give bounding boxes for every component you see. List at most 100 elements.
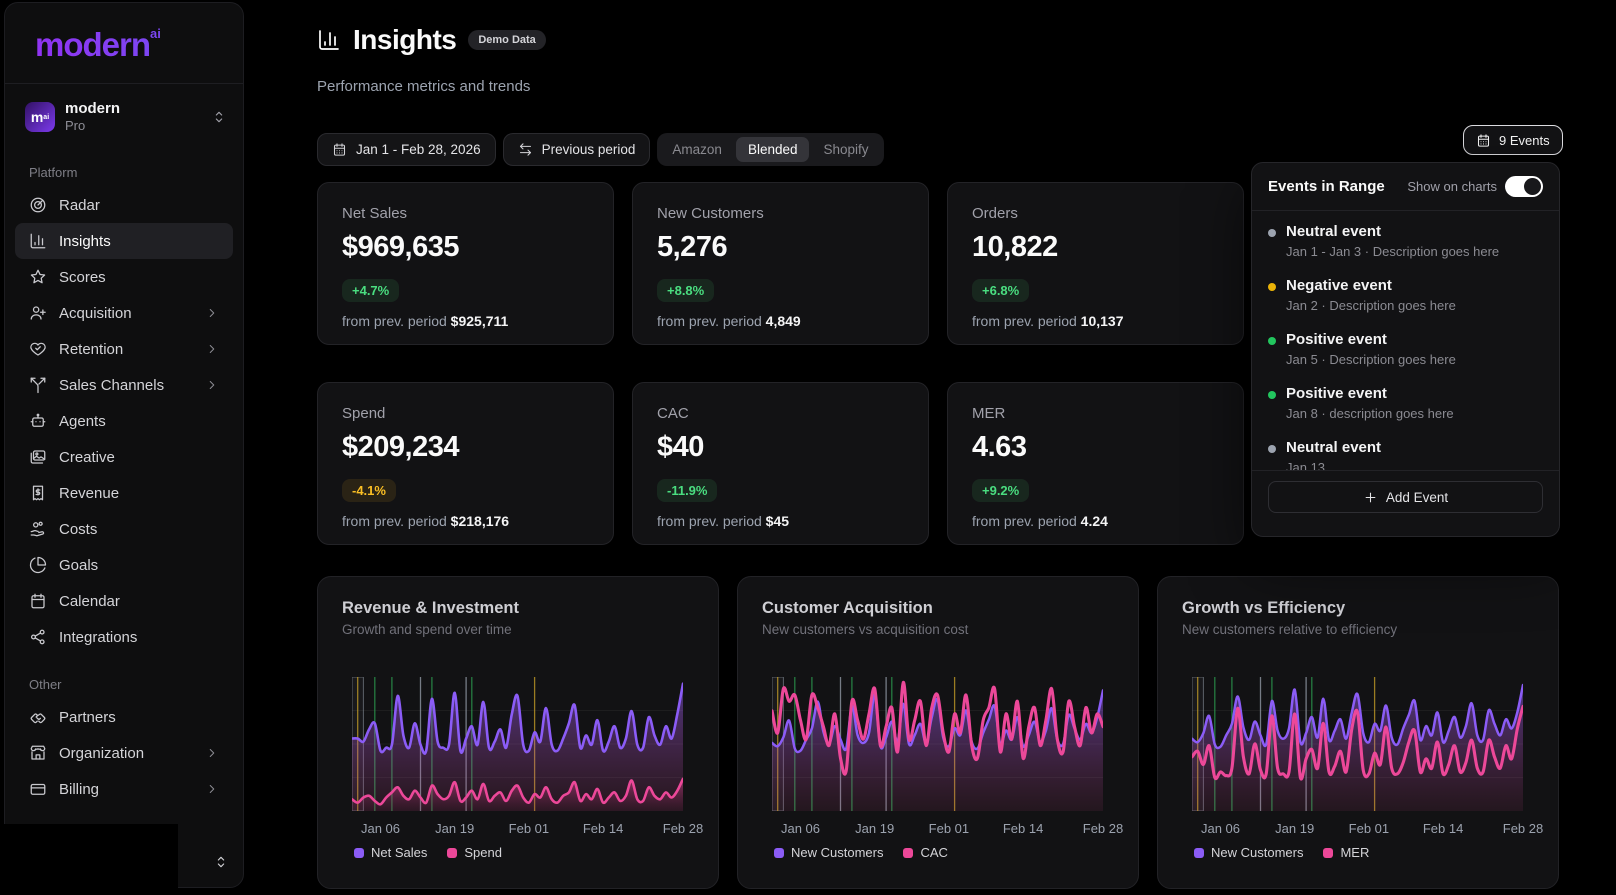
legend-item-mer: MER	[1323, 845, 1369, 860]
chart-card-customer-acquisition: Customer Acquisition New customers vs ac…	[737, 576, 1139, 889]
metric-card-spend: Spend $209,234 -4.1% from prev. period $…	[317, 382, 614, 545]
page-title: Insights	[353, 24, 456, 56]
sidebar-item-acquisition[interactable]: Acquisition	[15, 295, 233, 331]
nav-label: Revenue	[59, 485, 219, 502]
event-item-neutral[interactable]: Neutral eventJan 13	[1268, 439, 1543, 470]
sidebar-item-creative[interactable]: Creative	[15, 439, 233, 475]
show-on-charts-label: Show on charts	[1407, 179, 1497, 194]
chart-plot[interactable]	[772, 677, 1103, 811]
workspace-avatar: mai	[25, 102, 55, 132]
sidebar-item-goals[interactable]: Goals	[15, 547, 233, 583]
bot-icon	[29, 412, 47, 430]
sidebar-item-integrations[interactable]: Integrations	[15, 619, 233, 655]
receipt-icon	[29, 484, 47, 502]
chevron-right-icon	[205, 342, 219, 356]
x-tick-label: Feb 14	[583, 821, 623, 836]
sidebar-item-retention[interactable]: Retention	[15, 331, 233, 367]
chart-subtitle: New customers vs acquisition cost	[762, 622, 968, 637]
chevrons-up-down-icon	[213, 854, 229, 870]
chevrons-up-down-icon	[211, 109, 227, 125]
metric-card-orders: Orders 10,822 +6.8% from prev. period 10…	[947, 182, 1244, 345]
nav-label: Calendar	[59, 593, 219, 610]
segment-amazon[interactable]: Amazon	[660, 137, 734, 162]
chart-plot[interactable]	[352, 677, 683, 811]
nav-label: Insights	[59, 233, 219, 250]
sidebar-item-costs[interactable]: Costs	[15, 511, 233, 547]
segment-shopify[interactable]: Shopify	[811, 137, 880, 162]
events-list: Neutral eventJan 1 - Jan 3 · Description…	[1252, 211, 1559, 470]
metrics-grid: Net Sales $969,635 +4.7% from prev. peri…	[317, 182, 1244, 545]
segment-blended[interactable]: Blended	[736, 137, 810, 162]
sidebar-item-sales-channels[interactable]: Sales Channels	[15, 367, 233, 403]
nav-label: Radar	[59, 197, 219, 214]
date-range-button[interactable]: Jan 1 - Feb 28, 2026	[317, 133, 496, 166]
chart-legend: New Customers MER	[1194, 845, 1369, 860]
chevron-right-icon	[205, 746, 219, 760]
legend-swatch	[774, 848, 784, 858]
sidebar-item-scores[interactable]: Scores	[15, 259, 233, 295]
metric-label: Orders	[972, 205, 1219, 222]
nav-label: Scores	[59, 269, 219, 286]
events-count-button[interactable]: 9 Events	[1463, 125, 1563, 155]
metric-value: 4.63	[972, 431, 1219, 464]
sidebar-item-organization[interactable]: Organization	[15, 735, 233, 771]
sidebar-item-insights[interactable]: Insights	[15, 223, 233, 259]
event-meta: Jan 2 · Description goes here	[1286, 298, 1456, 313]
event-meta: Jan 1 - Jan 3 · Description goes here	[1286, 244, 1499, 259]
nav-label: Goals	[59, 557, 219, 574]
sidebar-item-partners[interactable]: Partners	[15, 699, 233, 735]
metric-prev: from prev. period 4,849	[657, 313, 904, 329]
chart-title: Growth vs Efficiency	[1182, 599, 1345, 618]
x-tick-label: Feb 28	[663, 821, 703, 836]
nav-label: Acquisition	[59, 305, 193, 322]
metric-value: 5,276	[657, 231, 904, 264]
calendar-icon	[1476, 133, 1491, 148]
event-title: Positive event	[1286, 331, 1456, 349]
metric-label: CAC	[657, 405, 904, 422]
x-tick-label: Jan 06	[361, 821, 400, 836]
nav-label: Sales Channels	[59, 377, 193, 394]
show-on-charts-toggle[interactable]	[1505, 176, 1543, 197]
x-tick-label: Jan 19	[855, 821, 894, 836]
sidebar-item-calendar[interactable]: Calendar	[15, 583, 233, 619]
event-neutral-dot	[1268, 229, 1276, 237]
images-icon	[29, 448, 47, 466]
event-item-positive[interactable]: Positive eventJan 5 · Description goes h…	[1268, 331, 1543, 385]
metric-value: $40	[657, 431, 904, 464]
metric-change-badge: +9.2%	[972, 479, 1029, 502]
swap-arrows-icon	[518, 142, 533, 157]
store-icon	[29, 744, 47, 762]
sidebar-item-radar[interactable]: Radar	[15, 187, 233, 223]
pie-icon	[29, 556, 47, 574]
event-item-neutral[interactable]: Neutral eventJan 1 - Jan 3 · Description…	[1268, 223, 1543, 277]
event-item-positive[interactable]: Positive eventJan 8 · description goes h…	[1268, 385, 1543, 439]
chart-legend: New CustomersCAC	[774, 845, 948, 860]
nav-label: Costs	[59, 521, 219, 538]
filter-bar: Jan 1 - Feb 28, 2026 Previous period Ama…	[317, 133, 884, 166]
chevron-right-icon	[205, 782, 219, 796]
metric-label: MER	[972, 405, 1219, 422]
compare-period-button[interactable]: Previous period	[503, 133, 651, 166]
chart-plot[interactable]	[1192, 677, 1523, 811]
chart-x-axis: Jan 06Jan 19Feb 01Feb 14Feb 28	[1192, 821, 1523, 837]
events-panel-title: Events in Range	[1268, 178, 1407, 195]
legend-item-new-customers: New Customers	[1194, 845, 1303, 860]
chart-card-revenue-investment: Revenue & Investment Growth and spend ov…	[317, 576, 719, 889]
add-event-button[interactable]: Add Event	[1268, 481, 1543, 513]
sidebar-item-revenue[interactable]: Revenue	[15, 475, 233, 511]
events-panel: Events in Range Show on charts Neutral e…	[1251, 162, 1560, 537]
sidebar-collapse-button[interactable]	[211, 852, 231, 872]
x-tick-label: Jan 19	[1275, 821, 1314, 836]
event-title: Positive event	[1286, 385, 1454, 403]
metric-change-badge: +6.8%	[972, 279, 1029, 302]
x-tick-label: Feb 01	[929, 821, 969, 836]
event-item-negative[interactable]: Negative eventJan 2 · Description goes h…	[1268, 277, 1543, 331]
legend-item-net-sales: Net Sales	[354, 845, 427, 860]
sidebar-item-billing[interactable]: Billing	[15, 771, 233, 807]
workspace-switcher[interactable]: mai modern Pro	[5, 84, 243, 134]
sidebar: modernai mai modern Pro PlatformRadarIns…	[4, 2, 244, 888]
chevron-right-icon	[205, 306, 219, 320]
sidebar-item-agents[interactable]: Agents	[15, 403, 233, 439]
add-event-label: Add Event	[1386, 490, 1448, 505]
legend-swatch	[447, 848, 457, 858]
